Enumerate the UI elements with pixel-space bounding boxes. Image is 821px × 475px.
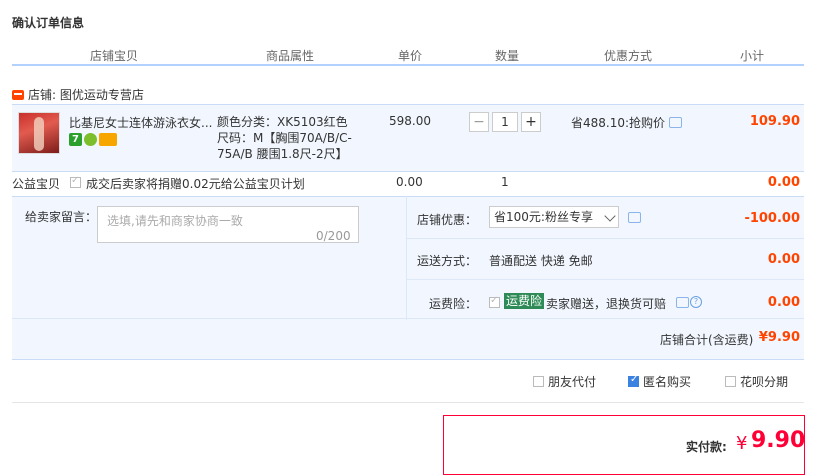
col-header-store-item: 店铺宝贝	[90, 49, 139, 63]
anonymous-checkbox[interactable]	[628, 374, 639, 387]
divider	[406, 196, 407, 320]
payment-currency: ¥	[736, 433, 748, 454]
col-header-promo: 优惠方式	[604, 49, 653, 63]
payment-label: 实付款:	[686, 440, 727, 454]
shipping-label: 运送方式：	[417, 254, 478, 268]
charity-qty: 1	[501, 175, 509, 189]
discount-select[interactable]: 省100元:粉丝专享	[489, 206, 619, 228]
store-icon	[12, 90, 24, 100]
message-label: 给卖家留言：	[25, 210, 98, 224]
charity-price: 0.00	[396, 175, 423, 189]
item-name-link[interactable]: 比基尼女士连体游泳衣女...	[69, 114, 214, 131]
insurance-checkbox[interactable]	[489, 295, 504, 310]
discount-label: 店铺优惠：	[417, 213, 478, 227]
chat-icon[interactable]	[676, 297, 689, 308]
attr-size: 尺码：M【胸围70A/B/C-75A/B 腰围1.8尺-2尺】	[217, 131, 352, 161]
col-header-subtotal: 小计	[740, 49, 765, 63]
qty-plus-button[interactable]: +	[521, 112, 541, 132]
divider	[407, 238, 804, 239]
help-icon[interactable]: ?	[690, 296, 702, 308]
shipping-amount: 0.00	[767, 252, 800, 267]
chat-icon[interactable]	[669, 117, 683, 128]
guarantee-icon[interactable]	[84, 133, 97, 146]
attr-color: 颜色分类：XK5103红色	[217, 115, 348, 129]
promo-text: 省488.10:抢购价	[571, 116, 666, 130]
store-label: 店铺:	[28, 88, 57, 102]
item-subtotal: 109.90	[749, 114, 800, 129]
friend-pay-label: 朋友代付	[548, 375, 597, 389]
seven-day-return-icon[interactable]: 7	[69, 133, 82, 146]
qty-minus-button[interactable]: −	[469, 112, 489, 132]
shipping-value: 普通配送 快递 免邮	[489, 254, 593, 268]
insurance-text: 卖家赠送，退换货可赔	[546, 297, 667, 311]
store-line: 店铺: 图优运动专营店	[12, 86, 144, 103]
installment-checkbox[interactable]	[725, 376, 736, 387]
message-placeholder: 选填,请先和商家协商一致	[107, 214, 243, 228]
item-promo: 省488.10:抢购价	[571, 114, 683, 131]
qty-input[interactable]: 1	[492, 112, 518, 132]
insurance-amount: 0.00	[767, 295, 800, 310]
anonymous-option[interactable]: 匿名购买	[628, 373, 691, 390]
chat-icon[interactable]	[628, 212, 641, 223]
col-header-price: 单价	[398, 49, 423, 63]
charity-subtotal: 0.00	[767, 175, 800, 190]
divider	[12, 402, 804, 403]
store-total-label: 店铺合计(含运费)	[660, 333, 754, 347]
item-attributes: 颜色分类：XK5103红色 尺码：M【胸围70A/B/C-75A/B 腰围1.8…	[217, 114, 367, 162]
store-total-amount: ¥9.90	[758, 330, 800, 345]
payment-amount: 9.90	[751, 428, 806, 453]
installment-label: 花呗分期	[740, 375, 789, 389]
col-header-qty: 数量	[495, 49, 520, 63]
charity-text: 成交后卖家将捐赠0.02元给公益宝贝计划	[86, 177, 305, 191]
installment-option[interactable]: 花呗分期	[725, 373, 788, 390]
header-divider	[12, 64, 804, 66]
insurance-label: 运费险：	[429, 297, 478, 311]
discount-selected: 省100元:粉丝专享	[494, 210, 593, 224]
divider	[12, 318, 804, 319]
credit-card-icon[interactable]	[99, 133, 117, 146]
col-header-attributes: 商品属性	[266, 49, 315, 63]
item-price: 598.00	[389, 114, 431, 128]
chevron-down-icon	[604, 210, 616, 222]
insurance-tag: 运费险	[504, 293, 545, 309]
discount-chat	[624, 211, 641, 225]
anonymous-label: 匿名购买	[643, 375, 692, 389]
message-char-count: 0/200	[316, 229, 351, 243]
charity-label: 公益宝贝	[12, 177, 61, 191]
page-title: 确认订单信息	[12, 16, 85, 30]
insurance-help: ?	[672, 296, 702, 310]
charity-checkbox[interactable]	[70, 175, 85, 190]
item-badges: 7	[69, 133, 119, 147]
quantity-stepper: −1 +	[469, 112, 541, 134]
store-name[interactable]: 图优运动专营店	[60, 88, 144, 102]
discount-amount: -100.00	[744, 211, 800, 226]
divider	[407, 279, 804, 280]
item-thumbnail[interactable]	[18, 112, 60, 154]
friend-pay-option[interactable]: 朋友代付	[533, 373, 596, 390]
friend-pay-checkbox[interactable]	[533, 376, 544, 387]
